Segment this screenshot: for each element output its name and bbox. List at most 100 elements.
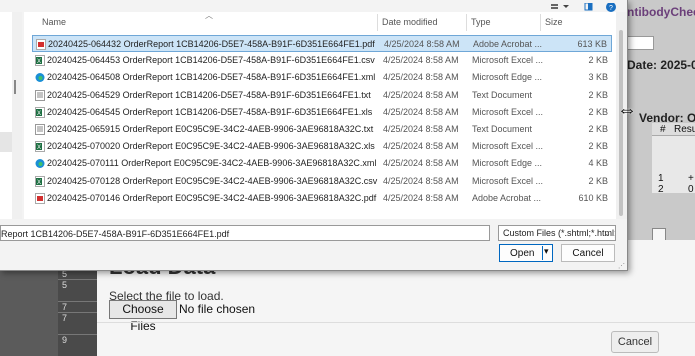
file-name: 20240425-064545 OrderReport 1CB14206-D5E… [47, 106, 373, 117]
file-type: Text Document [472, 89, 533, 100]
file-date-modified: 4/25/2024 8:58 AM [383, 55, 459, 66]
column-header-date-modified[interactable]: Date modified [382, 17, 438, 27]
file-row[interactable]: X 20240425-064453 OrderReport 1CB14206-D5… [32, 52, 612, 69]
view-toolbar: ? [548, 0, 623, 12]
modal-footer-divider [97, 322, 695, 323]
edge-icon [35, 72, 45, 83]
file-size: 2 KB [588, 55, 608, 66]
file-name: 20240425-070020 OrderReport E0C95C9E-34C… [47, 141, 375, 152]
column-header-type[interactable]: Type [471, 17, 491, 27]
file-name: 20240425-064432 OrderReport 1CB14206-D5E… [48, 39, 375, 49]
file-size: 2 KB [588, 106, 608, 117]
excel-icon: X [35, 55, 45, 67]
svg-text:X: X [37, 111, 41, 117]
open-button[interactable]: Open ▾ [499, 244, 553, 262]
file-type: Microsoft Excel ... [472, 175, 544, 186]
column-header-size[interactable]: Size [545, 17, 563, 27]
help-icon[interactable]: ? [606, 2, 616, 12]
excel-icon: X [35, 141, 45, 153]
file-name: 20240425-064453 OrderReport 1CB14206-D5E… [47, 55, 375, 66]
navigation-pane[interactable] [0, 12, 12, 219]
file-size: 2 KB [588, 141, 608, 152]
pdf-icon [35, 192, 45, 204]
file-date-modified: 4/25/2024 8:58 AM [383, 124, 459, 134]
navigation-scrollbar[interactable] [12, 12, 22, 219]
file-date-modified: 4/25/2024 8:58 AM [383, 72, 459, 83]
background-row: 7 [58, 301, 98, 312]
file-name: 20240425-064508 OrderReport 1CB14206-D5E… [47, 72, 376, 83]
file-size: 3 KB [588, 72, 608, 83]
file-name: 20240425-070146 OrderReport E0C95C9E-34C… [47, 192, 377, 203]
edge-icon [35, 158, 45, 169]
background-date-label: Date: 2025-08- [627, 58, 695, 72]
background-table-header-cell: # [660, 124, 666, 135]
excel-icon: X [35, 175, 45, 187]
file-name-input[interactable]: Report 1CB14206-D5E7-458A-B91F-6D351E664… [0, 225, 490, 241]
file-type: Adobe Acrobat ... [472, 192, 542, 203]
file-list-scrollbar-thumb[interactable] [619, 30, 623, 216]
file-name: 20240425-065915 OrderReport E0C95C9E-34C… [47, 124, 374, 134]
background-input-box [626, 36, 654, 50]
file-date-modified: 4/25/2024 8:58 AM [384, 39, 460, 49]
file-row[interactable]: X 20240425-064545 OrderReport 1CB14206-D5… [32, 104, 612, 121]
text-icon [35, 124, 45, 135]
file-list: ︿ Name Date modified Type Size 20240425-… [24, 11, 619, 219]
sort-ascending-icon: ︿ [205, 11, 213, 20]
background-table-cell: 0 [688, 184, 694, 195]
file-row[interactable]: X 20240425-070128 OrderReport E0C95C9E-34… [32, 173, 612, 190]
file-type: Adobe Acrobat ... [473, 39, 543, 49]
column-header-name[interactable]: Name [42, 17, 66, 27]
file-date-modified: 4/25/2024 8:58 AM [383, 158, 459, 169]
choose-files-button[interactable]: Choose Files [109, 300, 177, 333]
svg-text:?: ? [609, 5, 613, 12]
resize-grip-icon[interactable]: ⋰ [618, 262, 625, 270]
file-name: 20240425-070111 OrderReport E0C95C9E-34C… [47, 158, 377, 169]
file-date-modified: 4/25/2024 8:58 AM [383, 192, 459, 203]
background-row-list: 5 5 7 7 9 [58, 268, 98, 356]
file-row[interactable]: 20240425-070111 OrderReport E0C95C9E-34C… [32, 155, 612, 172]
file-type: Microsoft Excel ... [472, 141, 544, 152]
chevron-down-icon: ⌄ [603, 228, 611, 238]
file-row[interactable]: 20240425-064508 OrderReport 1CB14206-D5E… [32, 69, 612, 86]
file-type: Text Document [472, 124, 533, 134]
background-table-cell: 1 [658, 173, 664, 184]
file-row[interactable]: 20240425-065915 OrderReport E0C95C9E-34C… [32, 121, 612, 138]
open-dropdown-chevron-icon[interactable]: ▾ [544, 246, 549, 257]
column-divider[interactable] [540, 14, 541, 31]
file-name: 20240425-064529 OrderReport 1CB14206-D5E… [47, 89, 371, 100]
column-divider[interactable] [466, 14, 467, 31]
no-file-chosen-text: No file chosen [179, 302, 256, 316]
svg-text:X: X [37, 180, 41, 186]
pdf-icon [36, 39, 46, 50]
file-row[interactable]: 20240425-064432 OrderReport 1CB14206-D5E… [32, 35, 612, 52]
file-type-value: Custom Files (*.shtml;*.html;* [503, 228, 616, 238]
open-button-label: Open [510, 248, 535, 259]
file-name: 20240425-070128 OrderReport E0C95C9E-34C… [47, 175, 378, 186]
file-row[interactable]: X 20240425-070020 OrderReport E0C95C9E-34… [32, 138, 612, 155]
file-type-select[interactable]: Custom Files (*.shtml;*.html;* ⌄ [498, 225, 616, 241]
file-open-dialog: ? ︿ Name Date modified Type Size 2024042… [0, 0, 628, 271]
file-date-modified: 4/25/2024 8:58 AM [383, 141, 459, 152]
open-split-divider [542, 246, 543, 260]
view-menu-icon[interactable] [551, 4, 569, 9]
background-table-cell: 2 [658, 184, 664, 195]
modal-cancel-button[interactable]: Cancel [611, 331, 659, 353]
preview-pane-icon[interactable] [584, 2, 593, 11]
column-divider[interactable] [377, 14, 378, 31]
text-icon [35, 89, 45, 101]
svg-text:X: X [37, 145, 41, 151]
file-date-modified: 4/25/2024 8:58 AM [383, 106, 459, 117]
horizontal-resize-cursor-icon: ⇔ [617, 99, 637, 121]
file-size: 2 KB [588, 89, 608, 100]
navigation-selected-item[interactable] [0, 132, 12, 152]
file-type: Microsoft Edge ... [472, 158, 543, 169]
file-row[interactable]: 20240425-070146 OrderReport E0C95C9E-34C… [32, 190, 612, 207]
background-table-header-cell: Resu [674, 124, 695, 135]
svg-text:X: X [37, 59, 41, 65]
file-size: 610 KB [578, 192, 608, 203]
background-row: 7 [58, 312, 98, 323]
navigation-scrollbar-thumb[interactable] [14, 80, 16, 94]
background-row: 9 [58, 334, 98, 345]
file-row[interactable]: 20240425-064529 OrderReport 1CB14206-D5E… [32, 87, 612, 104]
cancel-button[interactable]: Cancel [561, 244, 615, 262]
